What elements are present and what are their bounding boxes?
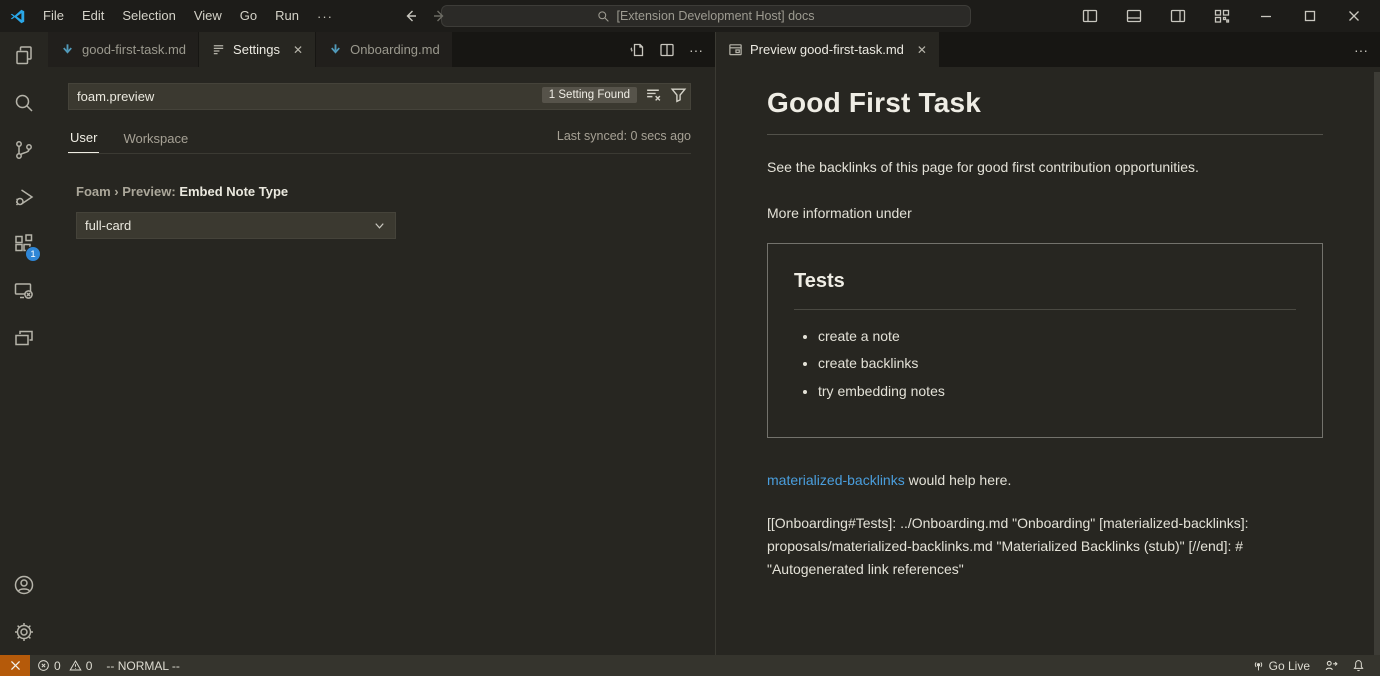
setting-category: Foam › Preview: bbox=[76, 184, 179, 199]
clear-settings-filter-icon[interactable] bbox=[645, 86, 662, 103]
remote-explorer-icon[interactable] bbox=[0, 267, 48, 314]
explorer-icon[interactable] bbox=[0, 32, 48, 79]
tab-label: good-first-task.md bbox=[82, 42, 186, 57]
tab-label: Preview good-first-task.md bbox=[750, 42, 904, 57]
preview-paragraph: See the backlinks of this page for good … bbox=[767, 157, 1323, 179]
settings-scope-tabs: User Workspace Last synced: 0 secs ago bbox=[68, 124, 691, 154]
filter-settings-icon[interactable] bbox=[670, 86, 687, 103]
search-icon bbox=[597, 10, 610, 23]
menu-go[interactable]: Go bbox=[231, 5, 266, 27]
list-item: try embedding notes bbox=[818, 381, 1296, 403]
nav-forward-icon[interactable] bbox=[432, 8, 448, 24]
extensions-icon[interactable]: 1 bbox=[0, 220, 48, 267]
select-value: full-card bbox=[85, 218, 131, 233]
live-share-button[interactable] bbox=[1317, 655, 1345, 676]
toggle-primary-sidebar-icon[interactable] bbox=[1070, 1, 1110, 31]
card-list: create a note create backlinks try embed… bbox=[818, 326, 1296, 403]
tabbar-right: Preview good-first-task.md ✕ ··· bbox=[716, 32, 1380, 67]
titlebar: File Edit Selection View Go Run ··· [Ext… bbox=[0, 0, 1380, 32]
go-live-label: Go Live bbox=[1269, 659, 1310, 673]
embed-note-type-select[interactable]: full-card bbox=[76, 212, 396, 239]
error-icon bbox=[37, 659, 50, 672]
list-item: create a note bbox=[818, 326, 1296, 348]
menu-more-icon[interactable]: ··· bbox=[308, 9, 342, 24]
menu-file[interactable]: File bbox=[34, 5, 73, 27]
settings-found-badge: 1 Setting Found bbox=[542, 87, 637, 103]
toggle-secondary-sidebar-icon[interactable] bbox=[1158, 1, 1198, 31]
tabbar-left: good-first-task.md Settings ✕ Onboarding… bbox=[48, 32, 715, 67]
menu-selection[interactable]: Selection bbox=[113, 5, 184, 27]
scope-tab-workspace[interactable]: Workspace bbox=[121, 125, 190, 153]
window-close-icon[interactable] bbox=[1334, 1, 1374, 31]
tab-onboarding[interactable]: Onboarding.md bbox=[316, 32, 453, 67]
command-center-search[interactable]: [Extension Development Host] docs bbox=[441, 5, 971, 27]
markdown-preview: Good First Task See the backlinks of thi… bbox=[716, 67, 1380, 655]
setting-embed-note-type: Foam › Preview: Embed Note Type full-car… bbox=[68, 184, 691, 239]
split-editor-icon[interactable] bbox=[659, 42, 675, 58]
editor-group-left: good-first-task.md Settings ✕ Onboarding… bbox=[48, 32, 716, 655]
embedded-note-card: Tests create a note create backlinks try… bbox=[767, 243, 1323, 438]
tab-label: Settings bbox=[233, 42, 280, 57]
remote-indicator[interactable] bbox=[0, 655, 30, 676]
bell-icon bbox=[1352, 659, 1365, 672]
menu-view[interactable]: View bbox=[185, 5, 231, 27]
vscode-window: File Edit Selection View Go Run ··· [Ext… bbox=[0, 0, 1380, 676]
go-live-button[interactable]: Go Live bbox=[1245, 655, 1317, 676]
problems-indicator[interactable]: 0 0 bbox=[30, 655, 99, 676]
materialized-backlinks-link[interactable]: materialized-backlinks bbox=[767, 472, 905, 488]
last-synced-label: Last synced: 0 secs ago bbox=[557, 129, 691, 149]
tab-label: Onboarding.md bbox=[350, 42, 440, 57]
notifications-button[interactable] bbox=[1345, 655, 1372, 676]
markdown-icon bbox=[328, 42, 343, 57]
preview-scrollbar[interactable] bbox=[1374, 72, 1380, 655]
tab-close-icon[interactable]: ✕ bbox=[293, 43, 303, 57]
broadcast-icon bbox=[1252, 659, 1265, 672]
nav-back-icon[interactable] bbox=[402, 8, 418, 24]
warning-count: 0 bbox=[86, 659, 93, 673]
activity-bar: 1 bbox=[0, 32, 48, 655]
editor-layouts-icon[interactable] bbox=[0, 314, 48, 361]
scope-tab-user[interactable]: User bbox=[68, 124, 99, 153]
customize-layout-icon[interactable] bbox=[1202, 1, 1242, 31]
vim-mode-indicator[interactable]: -- NORMAL -- bbox=[99, 655, 187, 676]
vscode-logo-icon bbox=[0, 8, 34, 25]
extensions-badge: 1 bbox=[25, 246, 41, 262]
preview-title: Good First Task bbox=[767, 81, 1323, 135]
error-count: 0 bbox=[54, 659, 61, 673]
open-settings-json-icon[interactable] bbox=[629, 42, 645, 58]
settings-list-icon bbox=[211, 42, 226, 57]
manage-gear-icon[interactable] bbox=[0, 608, 48, 655]
menu-run[interactable]: Run bbox=[266, 5, 308, 27]
toggle-panel-icon[interactable] bbox=[1114, 1, 1154, 31]
person-share-icon bbox=[1324, 659, 1338, 673]
chevron-down-icon bbox=[372, 218, 387, 233]
markdown-icon bbox=[60, 42, 75, 57]
editor-more-actions-icon[interactable]: ··· bbox=[1354, 42, 1368, 58]
window-maximize-icon[interactable] bbox=[1290, 1, 1330, 31]
warning-icon bbox=[69, 659, 82, 672]
settings-editor: 1 Setting Found User Workspace Last sync… bbox=[48, 67, 715, 655]
editor-group-right: Preview good-first-task.md ✕ ··· Good Fi… bbox=[716, 32, 1380, 655]
preview-paragraph: materialized-backlinks would help here. bbox=[767, 470, 1323, 492]
accounts-icon[interactable] bbox=[0, 561, 48, 608]
link-references-paragraph: [[Onboarding#Tests]: ../Onboarding.md "O… bbox=[767, 512, 1323, 581]
setting-name: Embed Note Type bbox=[179, 184, 288, 199]
source-control-icon[interactable] bbox=[0, 126, 48, 173]
tab-close-icon[interactable]: ✕ bbox=[917, 43, 927, 57]
menu-edit[interactable]: Edit bbox=[73, 5, 113, 27]
run-debug-icon[interactable] bbox=[0, 173, 48, 220]
tab-good-first-task[interactable]: good-first-task.md bbox=[48, 32, 199, 67]
command-center-label: [Extension Development Host] docs bbox=[616, 9, 814, 23]
list-item: create backlinks bbox=[818, 353, 1296, 375]
card-title: Tests bbox=[794, 266, 1296, 310]
status-bar: 0 0 -- NORMAL -- Go Live bbox=[0, 655, 1380, 676]
preview-paragraph: More information under bbox=[767, 203, 1323, 225]
editor-more-actions-icon[interactable]: ··· bbox=[689, 42, 703, 58]
window-minimize-icon[interactable] bbox=[1246, 1, 1286, 31]
tab-preview-good-first-task[interactable]: Preview good-first-task.md ✕ bbox=[716, 32, 940, 67]
link-suffix: would help here. bbox=[905, 472, 1012, 488]
search-sidebar-icon[interactable] bbox=[0, 79, 48, 126]
tab-settings[interactable]: Settings ✕ bbox=[199, 32, 316, 67]
preview-icon bbox=[728, 42, 743, 57]
